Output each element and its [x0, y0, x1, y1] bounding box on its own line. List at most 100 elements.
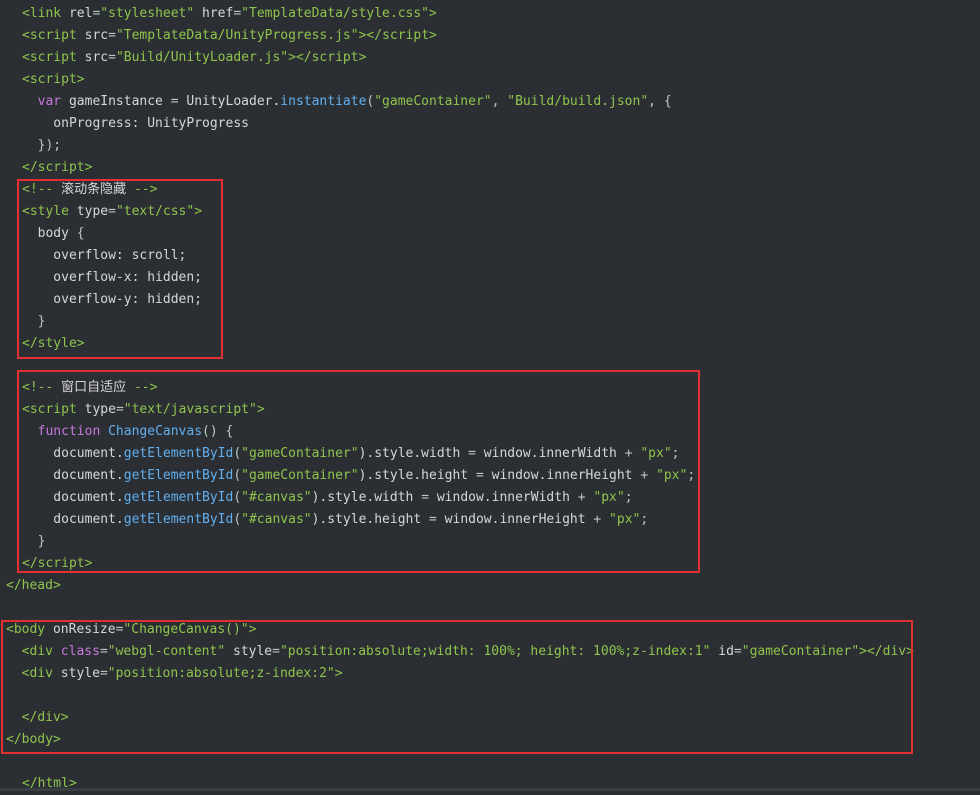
code-token: document. — [22, 512, 124, 527]
code-line: document.getElementById("#canvas").style… — [22, 509, 648, 531]
code-token: > — [84, 556, 93, 571]
code-token: div — [29, 666, 53, 681]
code-line: overflow: scroll; — [22, 245, 186, 267]
code-token: script — [29, 402, 77, 417]
code-token: > — [52, 732, 61, 747]
code-token: > — [76, 72, 85, 87]
code-token: type — [68, 204, 109, 219]
code-token: "gameContainer" — [741, 644, 860, 659]
code-token: body — [21, 732, 53, 747]
code-token: ( — [233, 446, 242, 461]
code-line: body { — [22, 223, 85, 245]
code-token: < — [22, 50, 30, 65]
code-token: href — [194, 6, 234, 21]
code-token: = — [108, 28, 116, 43]
code-token: script — [29, 28, 77, 43]
code-token: "px" — [585, 490, 625, 505]
code-token: "px" — [632, 446, 672, 461]
code-line: </div> — [6, 707, 69, 729]
code-token: body — [13, 622, 46, 637]
code-token: style — [225, 644, 273, 659]
code-token: getElementById — [123, 512, 234, 527]
code-token: "#canvas" — [241, 490, 312, 505]
code-token: id — [710, 644, 734, 659]
code-line: }); — [22, 135, 62, 157]
code-token: < — [22, 28, 30, 43]
code-token: getElementById — [123, 468, 234, 483]
code-token: getElementById — [123, 446, 234, 461]
code-token: </ — [22, 160, 38, 175]
code-token: + — [577, 490, 586, 505]
code-token: = — [115, 402, 124, 417]
code-token: ).style.width — [311, 490, 422, 505]
code-editor[interactable]: <link rel="stylesheet" href="TemplateDat… — [0, 0, 980, 791]
code-token: + — [640, 468, 649, 483]
code-token: document. — [22, 490, 124, 505]
code-token: "#canvas" — [241, 512, 312, 527]
code-token: = — [733, 644, 742, 659]
code-token: < — [22, 72, 30, 87]
code-token: overflow-y: hidden; — [22, 292, 203, 307]
code-line: <style type="text/css"> — [22, 201, 202, 223]
code-token: </ — [22, 556, 38, 571]
code-token: < — [22, 402, 30, 417]
code-token: = — [99, 644, 108, 659]
code-token: ></ — [859, 644, 883, 659]
code-token: gameInstance — [61, 94, 171, 109]
code-token: > — [60, 710, 69, 725]
code-token: "px" — [648, 468, 688, 483]
code-token: var — [22, 94, 62, 109]
code-line: <div class="webgl-content" style="positi… — [6, 641, 914, 663]
code-token: overflow-x: hidden; — [22, 270, 203, 285]
code-token: head — [21, 578, 53, 593]
code-token: script — [37, 160, 85, 175]
code-token: < — [22, 6, 30, 21]
code-token: }); — [22, 138, 62, 153]
code-token: = — [468, 446, 476, 461]
code-token: overflow: scroll; — [22, 248, 187, 263]
code-token: <!-- — [22, 182, 62, 197]
code-token: { — [76, 226, 85, 241]
code-token: ; — [671, 446, 680, 461]
code-token: "TemplateData/UnityProgress.js" — [115, 28, 359, 43]
code-token: "gameContainer" — [374, 94, 492, 109]
code-token: > — [334, 666, 343, 681]
code-token: ( — [233, 512, 242, 527]
code-token: script — [29, 72, 77, 87]
code-token: onResize — [45, 622, 116, 637]
code-token: onProgress: UnityProgress — [22, 116, 249, 131]
code-token: 滚动条隐藏 — [61, 182, 127, 197]
code-line: </style> — [22, 333, 85, 355]
code-token: getElementById — [123, 490, 234, 505]
code-token: script — [37, 556, 85, 571]
code-token: instantiate — [280, 94, 367, 109]
code-token: "text/javascript" — [123, 402, 257, 417]
code-token: --> — [126, 380, 158, 395]
code-token: ).style.width — [358, 446, 469, 461]
code-line: <script src="Build/UnityLoader.js"></scr… — [22, 47, 366, 69]
code-token: ></ — [288, 50, 312, 65]
code-token: link — [29, 6, 62, 21]
code-token: ; — [640, 512, 649, 527]
code-token: div — [882, 644, 907, 659]
code-line: overflow-y: hidden; — [22, 289, 202, 311]
code-token: style — [37, 336, 77, 351]
code-token: window.innerWidth — [475, 446, 625, 461]
code-token: style — [52, 666, 100, 681]
code-token: = — [233, 6, 242, 21]
code-token: "webgl-content" — [107, 644, 226, 659]
code-token: ChangeCanvas — [100, 424, 203, 439]
code-token: type — [76, 402, 116, 417]
code-line: onProgress: UnityProgress — [22, 113, 249, 135]
code-token: , — [491, 94, 508, 109]
code-token: = — [108, 50, 116, 65]
code-line: <!-- 窗口自适应 --> — [22, 377, 157, 399]
code-token: src — [76, 28, 109, 43]
code-token: > — [52, 578, 61, 593]
code-token: ; — [687, 468, 696, 483]
code-token: script — [311, 50, 359, 65]
code-token: > — [429, 28, 437, 43]
code-token: window.innerHeight — [483, 468, 641, 483]
code-line: </script> — [22, 553, 92, 575]
code-line: function ChangeCanvas() { — [22, 421, 234, 443]
